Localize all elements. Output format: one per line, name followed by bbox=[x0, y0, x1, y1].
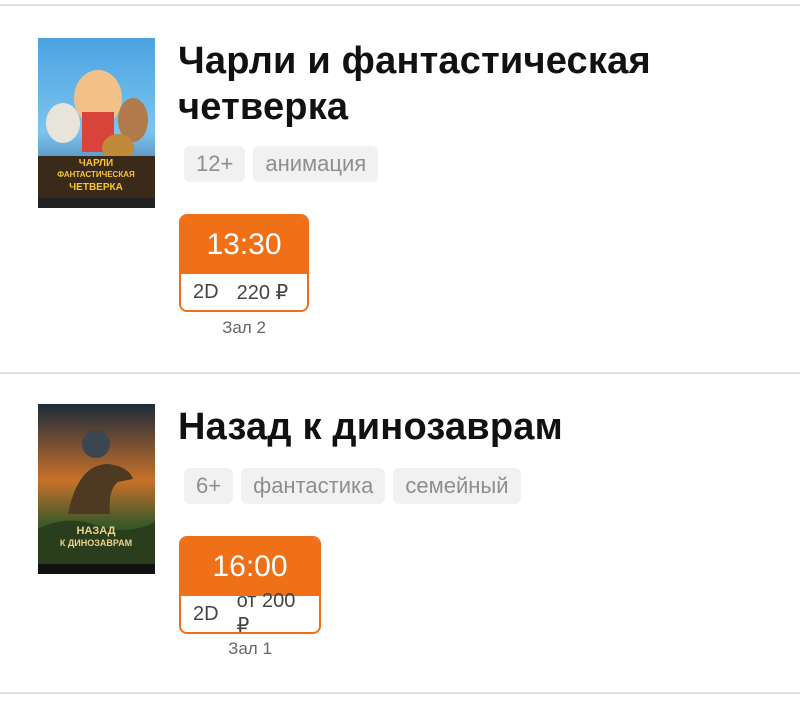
genre-tag: семейный bbox=[393, 468, 521, 504]
svg-text:НАЗАД: НАЗАД bbox=[77, 525, 116, 537]
session-button[interactable]: 16:00 2D от 200 ₽ bbox=[179, 536, 321, 634]
movie-poster[interactable]: ЧАРЛИ ФАНТАСТИЧЕСКАЯ ЧЕТВЕРКА bbox=[38, 38, 155, 208]
movie-title[interactable]: Назад к динозаврам bbox=[178, 404, 778, 450]
age-rating-tag: 12+ bbox=[184, 146, 246, 182]
session-format: 2D bbox=[193, 280, 219, 303]
genre-tag: фантастика bbox=[241, 468, 386, 504]
svg-text:ФАНТАСТИЧЕСКАЯ: ФАНТАСТИЧЕСКАЯ bbox=[57, 170, 135, 179]
movie-poster[interactable]: НАЗАД К ДИНОЗАВРАМ bbox=[38, 404, 155, 574]
session-hall: Зал 2 bbox=[222, 318, 266, 337]
session-time: 13:30 bbox=[181, 216, 307, 274]
movie-tags: 12+ анимация bbox=[184, 146, 379, 182]
movie-title-line2: четверка bbox=[178, 86, 349, 128]
poster-image: НАЗАД К ДИНОЗАВРАМ bbox=[38, 404, 155, 574]
bottom-divider bbox=[0, 692, 800, 694]
poster-image: ЧАРЛИ ФАНТАСТИЧЕСКАЯ ЧЕТВЕРКА bbox=[38, 38, 155, 208]
movie-title-line1: Назад к динозаврам bbox=[178, 406, 563, 448]
svg-text:К ДИНОЗАВРАМ: К ДИНОЗАВРАМ bbox=[60, 538, 132, 548]
movie-card-dinosaurs[interactable]: НАЗАД К ДИНОЗАВРАМ Назад к динозаврам 6+… bbox=[0, 374, 800, 692]
session-price: 220 ₽ bbox=[236, 281, 289, 304]
movie-tags: 6+ фантастика семейный bbox=[184, 468, 521, 504]
movie-card-charlie[interactable]: ЧАРЛИ ФАНТАСТИЧЕСКАЯ ЧЕТВЕРКА Чарли и фа… bbox=[0, 0, 800, 372]
movie-title[interactable]: Чарли и фантастическая четверка bbox=[178, 38, 778, 130]
genre-tag: анимация bbox=[253, 146, 379, 182]
session-info: 2D 220 ₽ bbox=[181, 274, 307, 310]
movie-title-line1: Чарли и фантастическая bbox=[178, 40, 651, 82]
age-rating-tag: 6+ bbox=[184, 468, 234, 504]
svg-text:ЧАРЛИ: ЧАРЛИ bbox=[79, 158, 114, 169]
session-price: от 200 ₽ bbox=[236, 590, 296, 634]
session-format: 2D bbox=[193, 602, 219, 625]
session-hall: Зал 1 bbox=[228, 639, 272, 658]
session-button[interactable]: 13:30 2D 220 ₽ bbox=[179, 214, 309, 312]
session-info: 2D от 200 ₽ bbox=[181, 590, 319, 632]
session-time: 16:00 bbox=[181, 538, 319, 596]
svg-text:ЧЕТВЕРКА: ЧЕТВЕРКА bbox=[69, 182, 123, 193]
